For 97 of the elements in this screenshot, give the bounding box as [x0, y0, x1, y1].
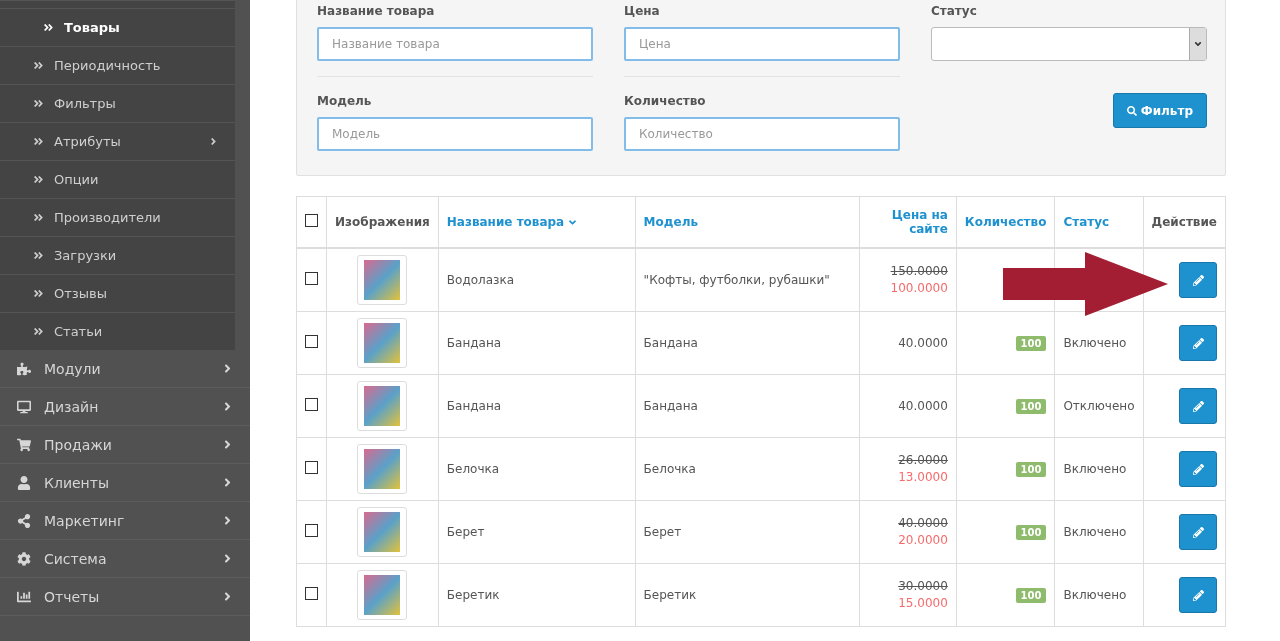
- old-price: 40.0000: [897, 515, 948, 532]
- checkbox[interactable]: [305, 272, 318, 285]
- bar-chart-icon: [16, 589, 32, 604]
- column-sort-link[interactable]: Название товара: [446, 215, 579, 229]
- checkbox[interactable]: [305, 398, 318, 411]
- submenu-item[interactable]: Статьи: [0, 312, 235, 350]
- photo-placeholder: [364, 512, 401, 552]
- pencil-icon: [1192, 526, 1204, 538]
- cart-icon: [16, 437, 32, 452]
- checkbox[interactable]: [305, 587, 318, 600]
- status-text: Включено: [1063, 336, 1128, 350]
- search-icon: [1126, 105, 1137, 116]
- column-header: Изображения: [326, 196, 439, 248]
- table-cell: Бандана: [635, 374, 860, 438]
- table-cell: Беретик: [635, 563, 860, 627]
- column-sort-link[interactable]: Статус: [1063, 215, 1110, 229]
- table-cell: Водолазка: [438, 248, 636, 312]
- checkbox[interactable]: [305, 214, 318, 227]
- photo-placeholder: [364, 323, 401, 363]
- checkbox[interactable]: [305, 335, 318, 348]
- quantity-badge: 100: [1015, 399, 1047, 414]
- photo-placeholder: [364, 386, 401, 426]
- table-cell: Белочка: [438, 437, 636, 501]
- field-label: Название товара: [317, 4, 436, 20]
- sidebar-item[interactable]: Отчеты: [0, 578, 250, 616]
- field-label: Модель: [317, 94, 373, 110]
- edit-button[interactable]: [1179, 451, 1217, 487]
- status-text: Отключено: [1063, 399, 1135, 413]
- sidebar-item[interactable]: Дизайн: [0, 388, 250, 426]
- table-cell: Берет: [438, 500, 636, 564]
- edit-button[interactable]: [1179, 514, 1217, 550]
- filter-button[interactable]: Фильтр: [1112, 93, 1207, 128]
- sidebar-item[interactable]: Система: [0, 540, 250, 578]
- table-cell: Белочка: [635, 437, 860, 501]
- field-label: Цена: [624, 4, 661, 20]
- photo-placeholder: [364, 449, 401, 489]
- old-price: 150.0000: [889, 263, 948, 280]
- quantity-badge: 100: [1015, 336, 1047, 351]
- table-cell: Беретик: [438, 563, 636, 627]
- pencil-icon: [1192, 463, 1204, 475]
- photo-placeholder: [364, 575, 401, 615]
- quantity-badge: 100: [1015, 462, 1047, 477]
- special-price: 13.0000: [897, 469, 948, 486]
- edit-button[interactable]: [1179, 325, 1217, 361]
- monitor-icon: [16, 399, 32, 414]
- edit-button[interactable]: [1179, 577, 1217, 613]
- table-cell: Бандана: [438, 311, 636, 375]
- price: 40.0000: [897, 336, 948, 350]
- submenu-item[interactable]: Отзывы: [0, 274, 235, 312]
- column-sort-link[interactable]: Модель: [643, 215, 698, 229]
- submenu-item[interactable]: Товары: [0, 8, 235, 46]
- input-field[interactable]: Модель: [317, 117, 593, 151]
- quantity-badge: 100: [1015, 588, 1047, 603]
- quantity-badge: 100: [1015, 525, 1047, 540]
- input-field[interactable]: Цена: [624, 27, 900, 61]
- sidebar-item[interactable]: Маркетинг: [0, 502, 250, 540]
- share-icon: [16, 513, 32, 528]
- pencil-icon: [1192, 274, 1204, 286]
- pencil-icon: [1192, 400, 1204, 412]
- special-price: 100.0000: [889, 280, 948, 297]
- sidebar-item[interactable]: Клиенты: [0, 464, 250, 502]
- submenu-item[interactable]: Загрузки: [0, 236, 235, 274]
- edit-button[interactable]: [1179, 262, 1217, 298]
- table-cell: Берет: [635, 500, 860, 564]
- submenu-item[interactable]: Фильтры: [0, 84, 235, 122]
- status-text: Включено: [1063, 525, 1128, 539]
- pencil-icon: [1192, 337, 1204, 349]
- status-text: Включено: [1063, 588, 1128, 602]
- puzzle-icon: [16, 361, 32, 376]
- pencil-icon: [1192, 589, 1204, 601]
- special-price: 15.0000: [897, 595, 948, 612]
- settings-icon: [16, 551, 32, 566]
- caret-icon: [1189, 28, 1206, 60]
- edit-button[interactable]: [1179, 388, 1217, 424]
- special-price: 20.0000: [897, 532, 948, 549]
- table-cell: "Кофты, футболки, рубашки": [635, 248, 860, 312]
- price: 40.0000: [897, 399, 948, 413]
- submenu-item[interactable]: Атрибуты: [0, 122, 235, 160]
- input-field[interactable]: Название товара: [317, 27, 593, 61]
- status-text: Включено: [1063, 462, 1128, 476]
- photo-placeholder: [364, 260, 401, 300]
- checkbox[interactable]: [305, 524, 318, 537]
- field-label: Статус: [931, 4, 978, 20]
- old-price: 30.0000: [897, 578, 948, 595]
- table-cell: Бандана: [635, 311, 860, 375]
- submenu-item[interactable]: Периодичность: [0, 46, 235, 84]
- checkbox[interactable]: [305, 461, 318, 474]
- submenu-item[interactable]: Опции: [0, 160, 235, 198]
- field-label: Количество: [624, 94, 707, 110]
- input-field[interactable]: Количество: [624, 117, 900, 151]
- table-cell: Бандана: [438, 374, 636, 438]
- column-header: Действие: [1143, 196, 1226, 248]
- user-icon: [16, 475, 32, 490]
- sidebar-item[interactable]: Модули: [0, 350, 250, 388]
- old-price: 26.0000: [897, 452, 948, 469]
- sidebar-item[interactable]: Продажи: [0, 426, 250, 464]
- submenu-item[interactable]: Производители: [0, 198, 235, 236]
